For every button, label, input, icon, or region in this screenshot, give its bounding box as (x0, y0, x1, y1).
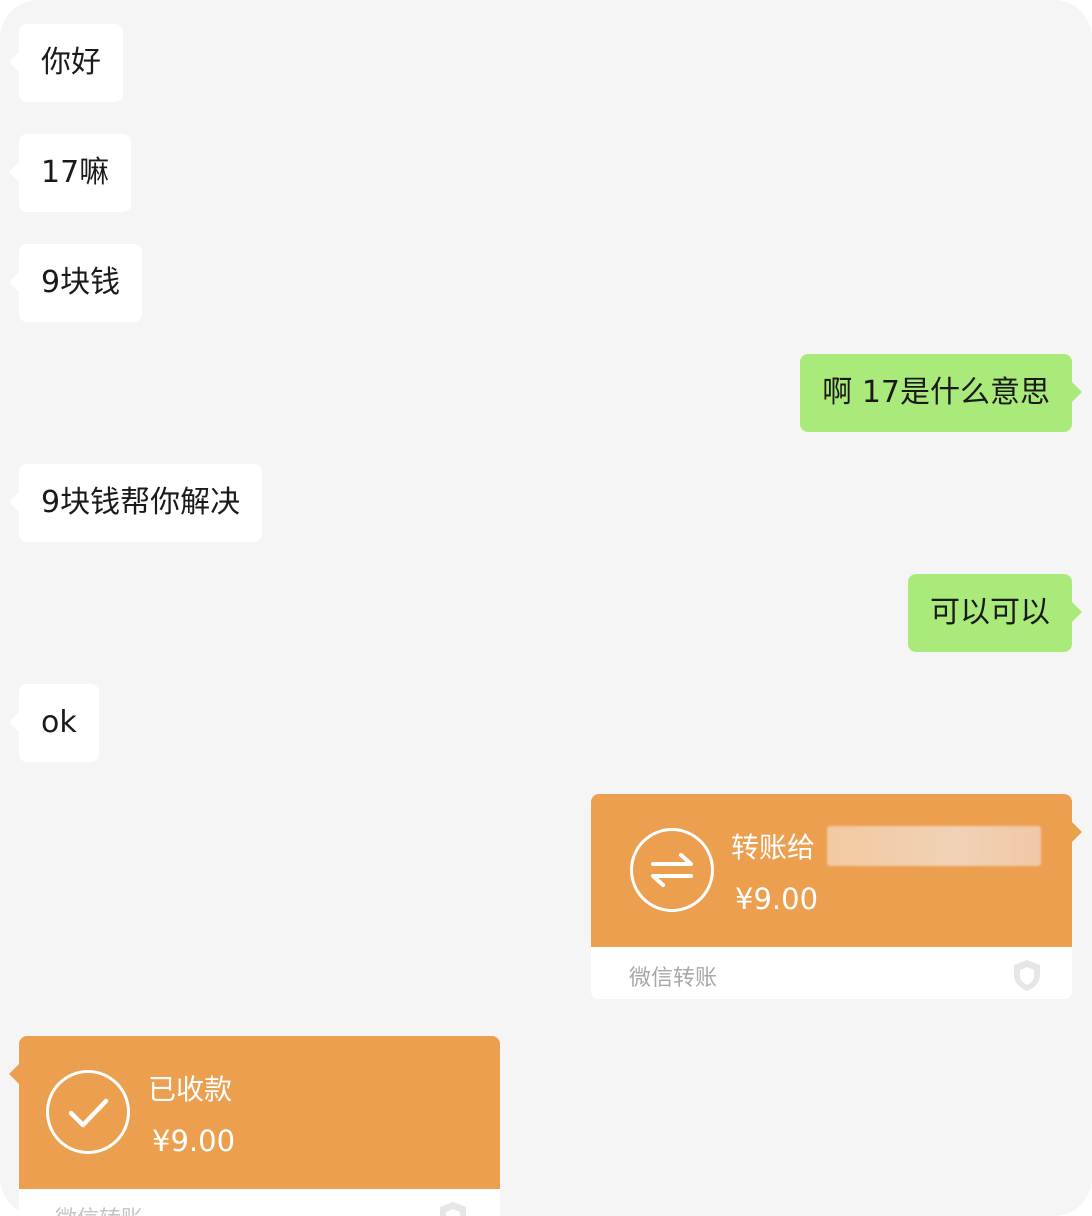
transfer-card-sent[interactable]: 转账给 ¥9.00 微信转账 (591, 794, 1072, 999)
message-text: 你好 (41, 45, 101, 80)
transfer-card-footer: 微信转账 (591, 947, 1072, 999)
shield-icon (1014, 960, 1040, 991)
transfer-arrows-icon (630, 828, 714, 912)
transfer-amount: ¥9.00 (152, 1124, 236, 1158)
transfer-card-received[interactable]: 已收款 ¥9.00 微信转账 (19, 1036, 500, 1216)
message-text: 17嘛 (41, 155, 110, 190)
check-icon (46, 1070, 130, 1154)
message-bubble-outgoing[interactable]: 可以可以 (908, 574, 1082, 652)
transfer-title: 转账给 (731, 831, 816, 864)
message-bubble-incoming[interactable]: 你好 (9, 24, 123, 102)
message-bubble-incoming[interactable]: 9块钱帮你解决 (8, 464, 263, 542)
transfer-card-header: 转账给 ¥9.00 (591, 794, 1072, 947)
transfer-brand-label: 微信转账 (55, 1201, 143, 1216)
transfer-title: 已收款 (148, 1073, 233, 1106)
message-bubble-incoming[interactable]: ok (9, 684, 99, 762)
blurred-recipient-name (827, 826, 1041, 866)
message-text: ok (41, 705, 77, 740)
transfer-brand-label: 微信转账 (629, 966, 718, 991)
transfer-amount: ¥9.00 (735, 882, 819, 916)
message-bubble-incoming[interactable]: 17嘛 (8, 134, 132, 212)
message-text: 啊 17是什么意思 (822, 375, 1050, 410)
transfer-card-footer: 微信转账 (19, 1189, 500, 1216)
bubble-tail (9, 1064, 19, 1084)
message-text: 可以可以 (930, 595, 1050, 630)
message-bubble-outgoing[interactable]: 啊 17是什么意思 (800, 354, 1082, 432)
chat-panel: 你好 17嘛 9块钱 啊 17是什么意思 9块钱帮你解决 可以可以 ok 转账给… (0, 0, 1092, 1216)
shield-icon (440, 1202, 466, 1216)
message-bubble-incoming[interactable]: 9块钱 (8, 244, 143, 322)
message-text: 9块钱帮你解决 (41, 485, 241, 520)
transfer-card-header: 已收款 ¥9.00 (19, 1036, 500, 1189)
bubble-tail (1072, 822, 1082, 842)
message-text: 9块钱 (41, 265, 121, 300)
